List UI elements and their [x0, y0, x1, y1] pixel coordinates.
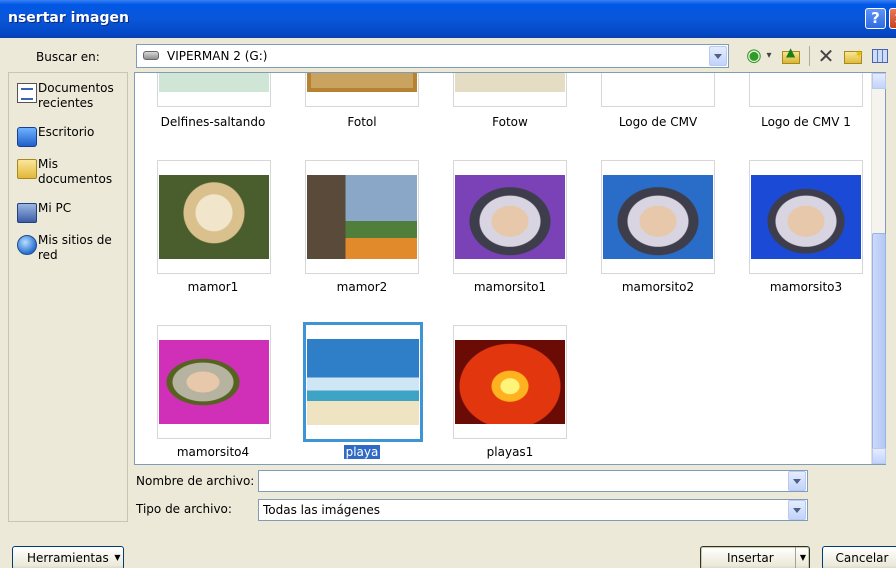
- file-thumbnail[interactable]: [601, 160, 715, 274]
- recent-documents-icon: [17, 83, 37, 103]
- vertical-scrollbar[interactable]: [871, 73, 886, 464]
- scroll-down-button[interactable]: [872, 448, 886, 464]
- file-thumbnail[interactable]: [453, 160, 567, 274]
- help-button[interactable]: ?: [865, 8, 886, 29]
- close-button[interactable]: ×: [889, 8, 896, 29]
- cancel-button[interactable]: Cancelar: [822, 546, 896, 568]
- thumbnail-image: [159, 73, 269, 92]
- file-thumbnail[interactable]: [157, 160, 271, 274]
- lookin-label: Buscar en:: [36, 50, 100, 64]
- thumbnail-image: [307, 339, 419, 425]
- file-thumbnail[interactable]: [157, 73, 271, 107]
- scroll-up-button[interactable]: [872, 73, 886, 89]
- drive-icon: [143, 51, 159, 60]
- file-name[interactable]: mamorsito2: [588, 280, 728, 294]
- file-thumbnail[interactable]: [749, 73, 863, 107]
- thumbnail-image: [307, 175, 417, 259]
- lookin-combo[interactable]: VIPERMAN 2 (G:): [136, 44, 729, 68]
- filename-label: Nombre de archivo:: [136, 474, 255, 488]
- file-name[interactable]: mamorsito4: [143, 445, 283, 459]
- lookin-dropdown-button[interactable]: [709, 46, 727, 66]
- window-title: nsertar imagen: [8, 10, 129, 26]
- selected-name-highlight: playa: [343, 445, 381, 459]
- place-label: Mis sitios de red: [38, 233, 112, 262]
- insert-button[interactable]: Insertar ▼: [700, 546, 810, 568]
- filename-dropdown-button[interactable]: [788, 471, 806, 491]
- thumbnail-image: [159, 175, 269, 259]
- tools-label: Herramientas: [27, 551, 109, 565]
- back-history-chevron-down-icon[interactable]: ▾: [764, 46, 774, 66]
- place-label: Mi PC: [38, 201, 72, 215]
- file-name[interactable]: mamor1: [143, 280, 283, 294]
- file-name-selected[interactable]: playa: [292, 445, 432, 459]
- file-thumbnail[interactable]: [749, 160, 863, 274]
- file-thumbnail-selected[interactable]: [303, 322, 423, 442]
- place-recent-documents[interactable]: Documentos recientes: [17, 81, 127, 115]
- file-name[interactable]: mamorsito3: [736, 280, 876, 294]
- thumbnail-image: [455, 175, 565, 259]
- scroll-thumb[interactable]: [872, 233, 886, 453]
- file-name[interactable]: mamor2: [292, 280, 432, 294]
- filetype-select[interactable]: Todas las imágenes: [258, 499, 808, 521]
- filetype-label: Tipo de archivo:: [136, 502, 232, 516]
- thumbnail-image: [751, 73, 861, 92]
- filetype-value: Todas las imágenes: [263, 503, 381, 517]
- up-folder-icon[interactable]: ▲: [780, 46, 800, 66]
- thumbnail-image: [603, 73, 713, 92]
- my-computer-icon: [17, 203, 37, 223]
- toolbar-separator: [809, 46, 810, 66]
- title-bar: nsertar imagen ? ×: [0, 0, 896, 38]
- place-label: Escritorio: [38, 125, 95, 139]
- place-my-computer[interactable]: Mi PC: [17, 201, 127, 223]
- new-folder-icon[interactable]: ✶: [843, 46, 864, 66]
- file-thumbnail[interactable]: [305, 73, 419, 107]
- lookin-value: VIPERMAN 2 (G:): [167, 49, 268, 63]
- thumbnail-image: [455, 340, 565, 424]
- file-thumbnail[interactable]: [305, 160, 419, 274]
- place-desktop[interactable]: Escritorio: [17, 125, 127, 147]
- file-list-view[interactable]: Delfines-saltando Fotol Fotow Logo de CM…: [134, 72, 886, 465]
- thumbnail-image: [751, 175, 861, 259]
- place-network[interactable]: Mis sitios de red: [17, 233, 127, 267]
- file-name[interactable]: Fotol: [292, 115, 432, 129]
- file-name[interactable]: playas1: [440, 445, 580, 459]
- tools-chevron-down-icon: ▼: [114, 553, 121, 562]
- file-name[interactable]: Delfines-saltando: [143, 115, 283, 129]
- back-icon[interactable]: ◉: [744, 46, 764, 66]
- place-label: Mis documentos: [38, 157, 113, 186]
- insert-label: Insertar: [727, 551, 774, 565]
- filetype-dropdown-button[interactable]: [788, 500, 806, 520]
- my-documents-icon: [17, 159, 37, 179]
- file-thumbnail[interactable]: [157, 325, 271, 439]
- file-thumbnail[interactable]: [453, 73, 567, 107]
- thumbnail-image: [455, 73, 565, 92]
- views-icon[interactable]: [870, 46, 890, 66]
- thumbnail-image: [159, 340, 269, 424]
- thumbnail-image: [307, 73, 417, 92]
- file-name[interactable]: Logo de CMV 1: [736, 115, 876, 129]
- file-thumbnail[interactable]: [601, 73, 715, 107]
- place-my-documents[interactable]: Mis documentos: [17, 157, 127, 191]
- delete-icon[interactable]: ✕: [816, 46, 836, 66]
- tools-button[interactable]: Herramientas ▼: [12, 546, 124, 568]
- file-thumbnail[interactable]: [453, 325, 567, 439]
- file-name[interactable]: Fotow: [440, 115, 580, 129]
- places-bar: Documentos recientes Escritorio Mis docu…: [8, 72, 128, 522]
- filename-field[interactable]: [258, 470, 808, 492]
- insert-options-chevron-down-icon[interactable]: ▼: [795, 547, 810, 568]
- file-name[interactable]: Logo de CMV: [588, 115, 728, 129]
- network-places-icon: [17, 235, 37, 255]
- thumbnail-image: [603, 175, 713, 259]
- place-label: Documentos recientes: [38, 81, 114, 110]
- file-name[interactable]: mamorsito1: [440, 280, 580, 294]
- desktop-icon: [17, 127, 37, 147]
